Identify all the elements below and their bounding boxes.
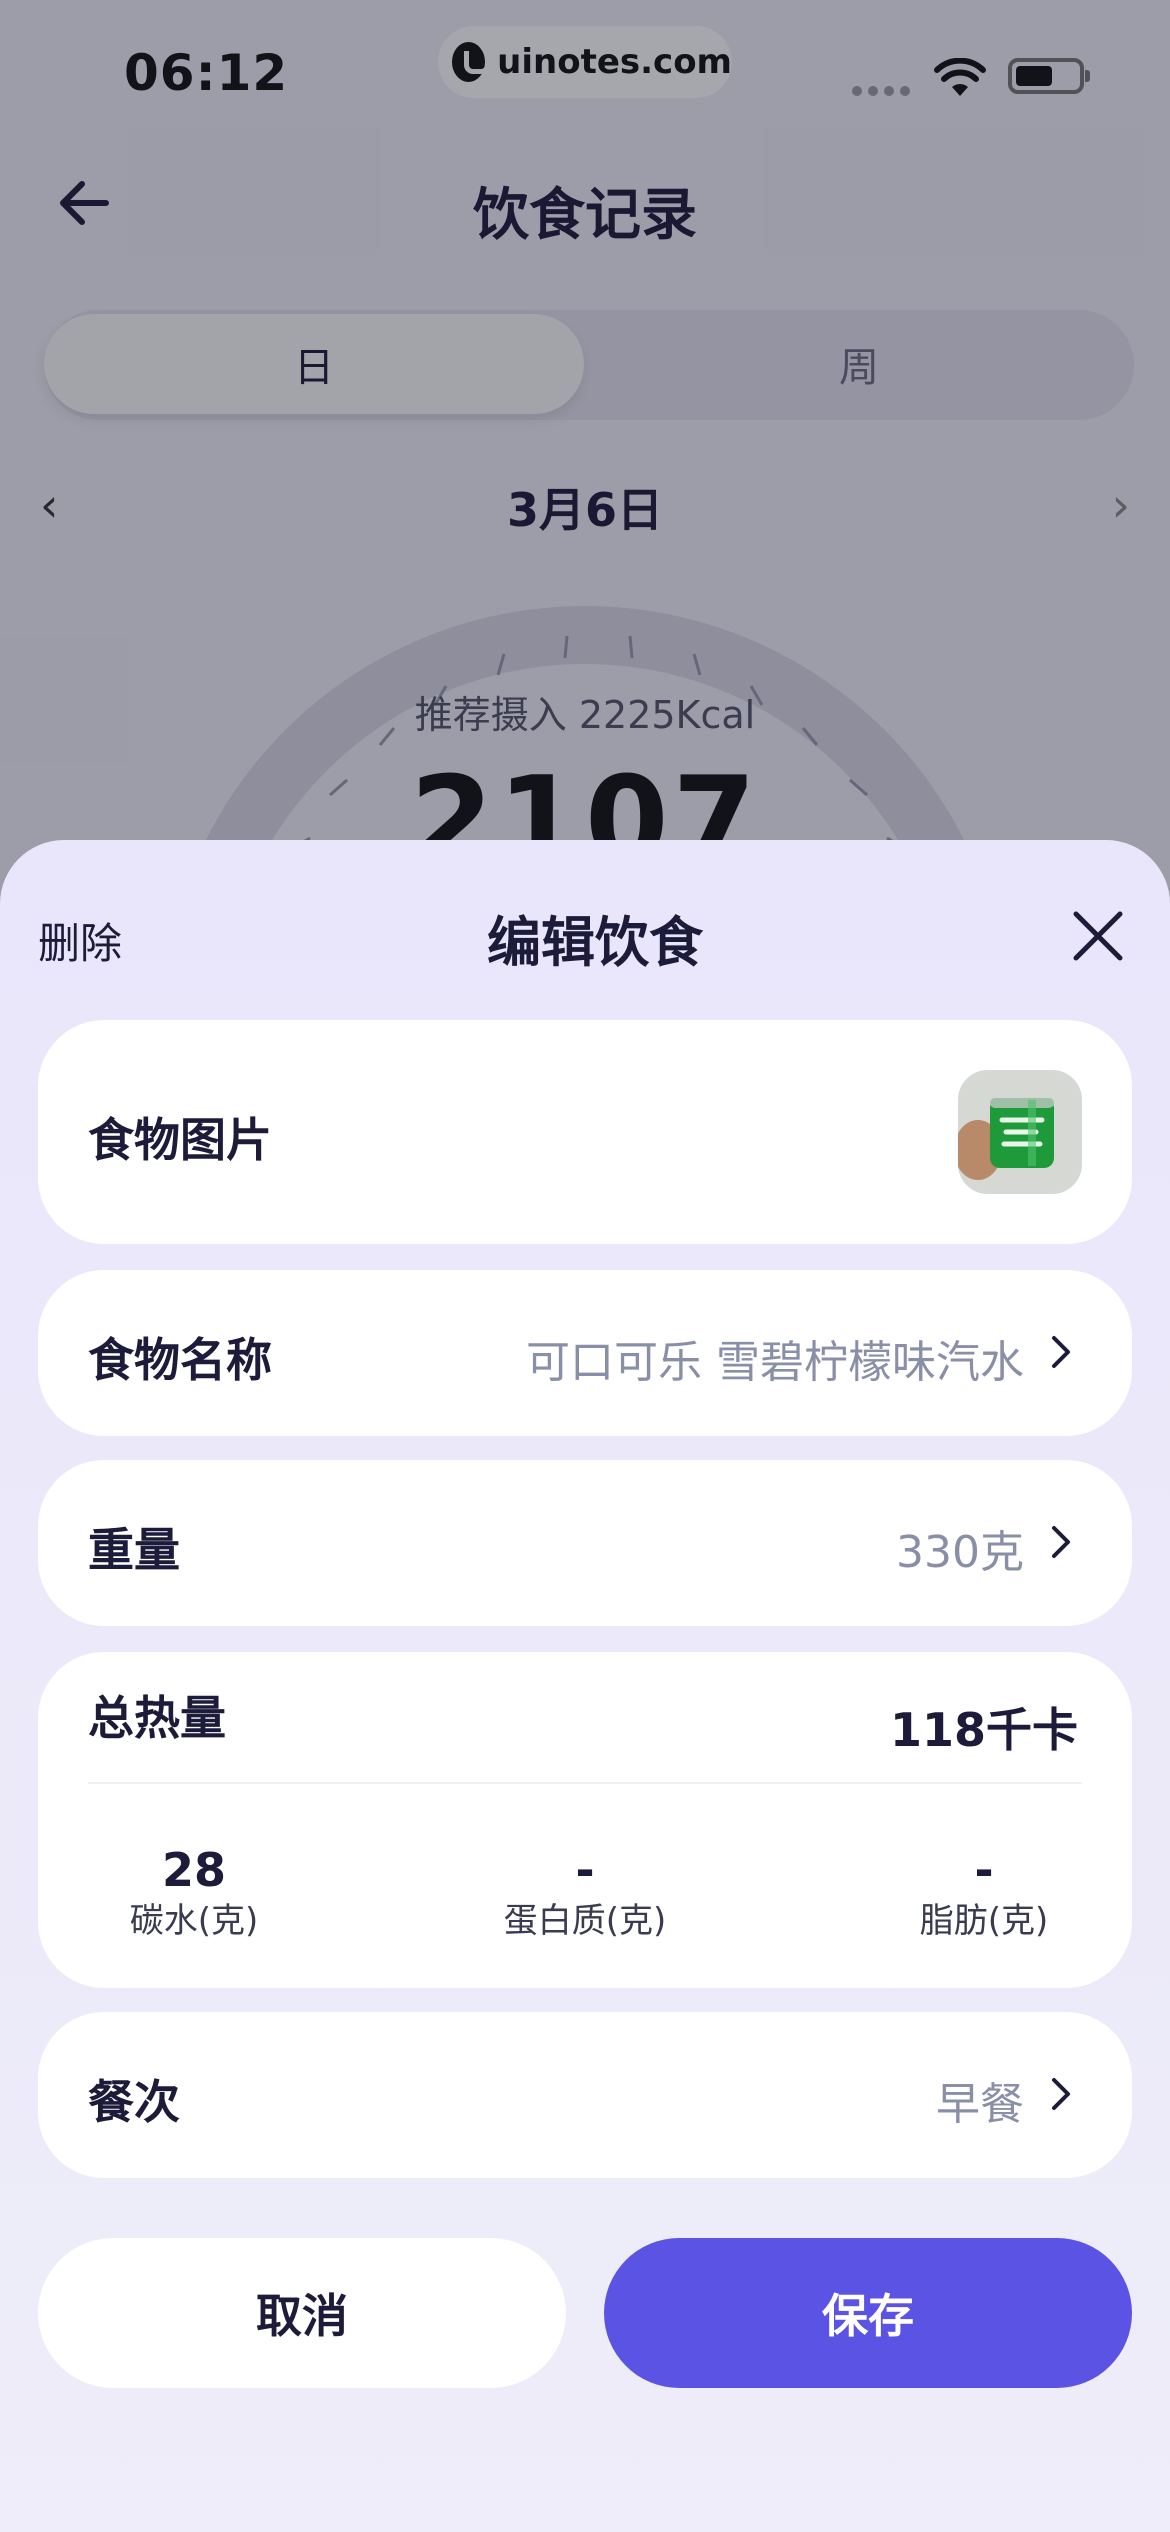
chevron-right-icon	[1052, 2078, 1070, 2110]
protein-label: 蛋白质(克)	[503, 1901, 667, 1941]
sheet-title: 编辑饮食	[487, 911, 703, 974]
meal-value: 早餐	[936, 2079, 1024, 2130]
chevron-right-icon	[1052, 1336, 1070, 1368]
soda-can-image	[958, 1070, 1082, 1194]
protein-value: -	[575, 1843, 595, 1897]
divider	[88, 1782, 1082, 1784]
food-photo-thumbnail[interactable]	[958, 1070, 1082, 1194]
weight-label: 重量	[88, 1523, 180, 1577]
food-name-row[interactable]: 食物名称 可口可乐 雪碧柠檬味汽水	[38, 1270, 1132, 1436]
save-button[interactable]: 保存	[604, 2238, 1132, 2388]
weight-value: 330克	[896, 1527, 1024, 1578]
macro-carbs: 28 碳水(克)	[64, 1842, 324, 1944]
chevron-right-icon	[1052, 1526, 1070, 1558]
meal-label: 餐次	[88, 2075, 180, 2129]
total-calories-card: 总热量 118千卡 28 碳水(克) - 蛋白质(克) - 脂肪(克)	[38, 1652, 1132, 1988]
carbs-value: 28	[161, 1843, 226, 1897]
total-calories-value: 118千卡	[889, 1703, 1078, 1757]
cancel-button[interactable]: 取消	[38, 2238, 566, 2388]
food-image-row[interactable]: 食物图片	[38, 1020, 1132, 1244]
food-name-label: 食物名称	[88, 1333, 272, 1387]
edit-food-sheet: 删除 编辑饮食 食物图片 食物名称 可口可乐 雪碧柠檬味汽水 重量 330克 总…	[0, 840, 1170, 2532]
weight-row[interactable]: 重量 330克	[38, 1460, 1132, 1626]
meal-row[interactable]: 餐次 早餐	[38, 2012, 1132, 2178]
food-image-label: 食物图片	[88, 1113, 272, 1167]
macro-protein: - 蛋白质(克)	[455, 1842, 715, 1944]
carbs-label: 碳水(克)	[129, 1901, 259, 1941]
macro-fat: - 脂肪(克)	[854, 1842, 1114, 1944]
fat-value: -	[974, 1843, 994, 1897]
fat-label: 脂肪(克)	[919, 1901, 1049, 1941]
close-icon[interactable]	[1066, 904, 1130, 968]
total-calories-label: 总热量	[88, 1691, 226, 1745]
food-name-value: 可口可乐 雪碧柠檬味汽水	[526, 1337, 1024, 1388]
